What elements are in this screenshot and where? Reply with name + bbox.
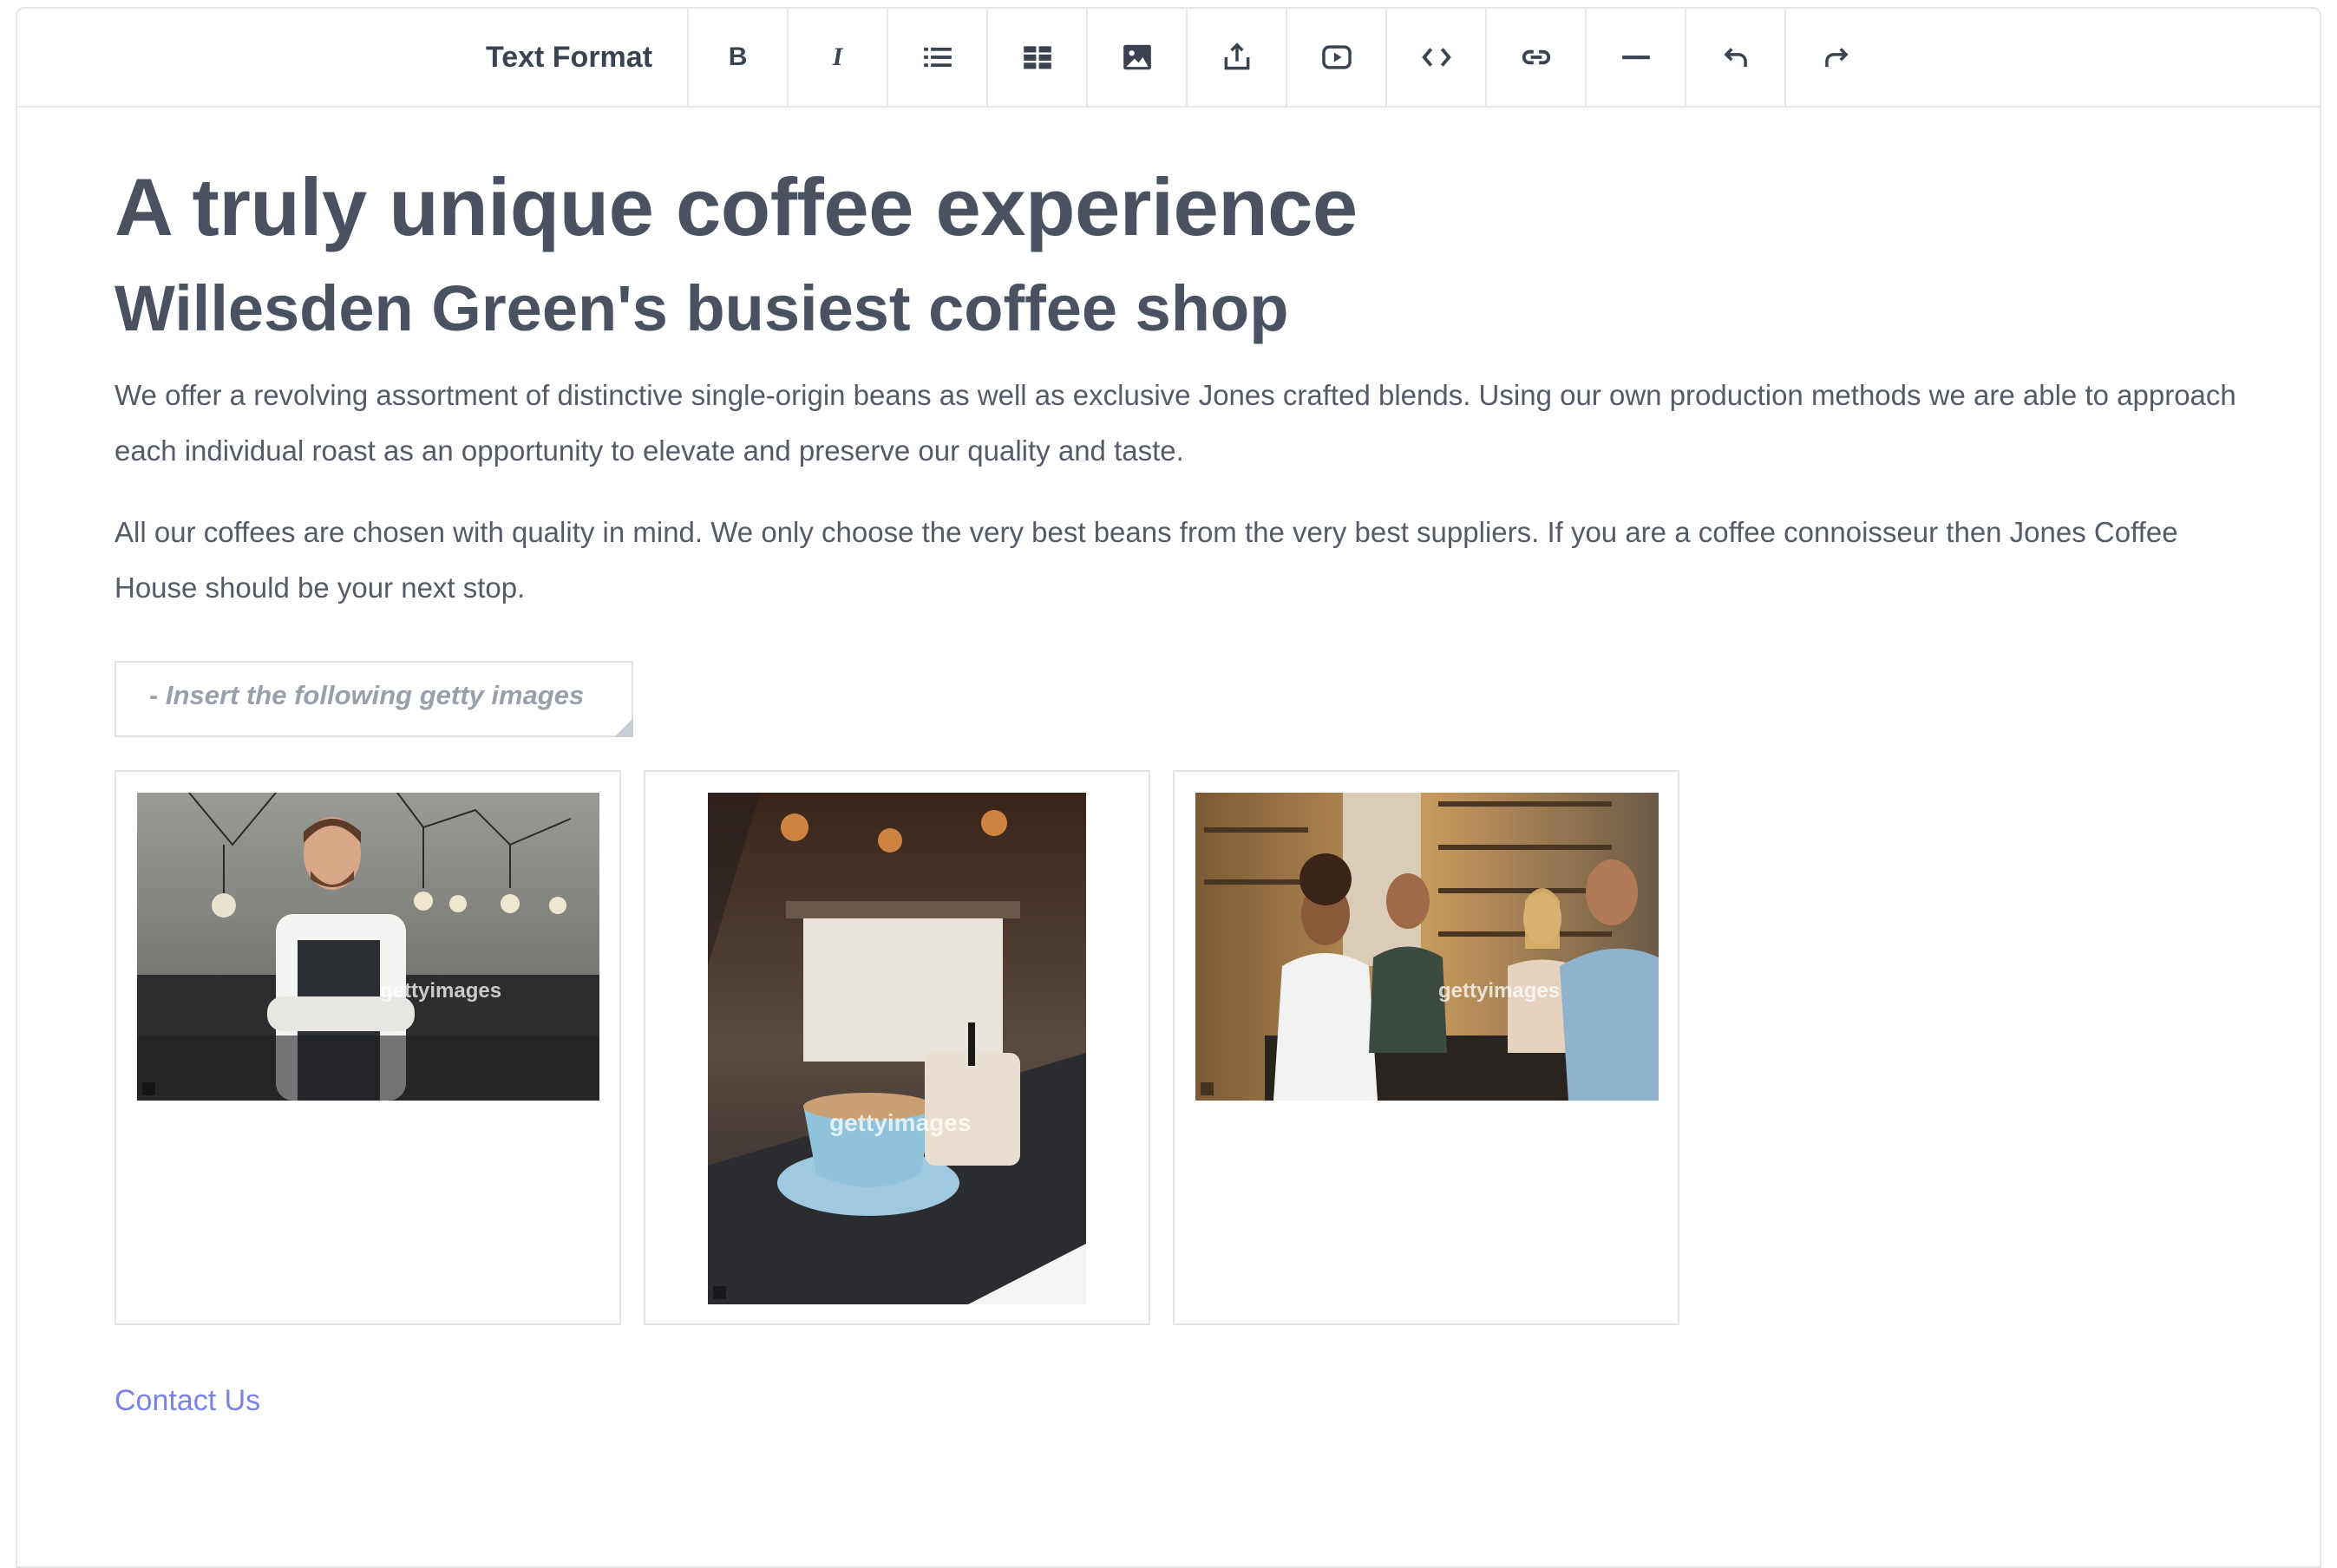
image-icon — [1123, 44, 1151, 70]
editor-toolbar: Text Format B I — [17, 9, 2320, 108]
image-card[interactable]: gettyimages — [1173, 770, 1679, 1326]
contact-us-link[interactable]: Contact Us — [115, 1384, 260, 1418]
image-button[interactable] — [1088, 9, 1188, 106]
upload-button[interactable] — [1188, 9, 1288, 106]
table-button[interactable] — [988, 9, 1089, 106]
link-icon — [1522, 49, 1550, 65]
editor-content[interactable]: A truly unique coffee experience Willesd… — [115, 161, 2257, 1418]
page-heading: A truly unique coffee experience — [115, 161, 1358, 252]
image-code-badge — [142, 1082, 155, 1096]
bold-button[interactable]: B — [689, 9, 789, 106]
intro-paragraph: We offer a revolving assortment of disti… — [115, 379, 2236, 467]
watermark-text: gettyimages — [829, 1109, 972, 1137]
page-subheading: Willesden Green's busiest coffee shop — [115, 271, 1289, 344]
code-button[interactable] — [1387, 9, 1488, 106]
friends-cafe-photo[interactable]: gettyimages — [1195, 793, 1659, 1101]
link-button[interactable] — [1487, 9, 1587, 106]
undo-button[interactable] — [1686, 9, 1787, 106]
video-icon — [1321, 45, 1352, 69]
image-code-badge — [1201, 1082, 1214, 1096]
editor-note-box[interactable]: - Insert the following getty images — [115, 661, 633, 738]
italic-icon: I — [832, 42, 843, 71]
list-icon — [923, 47, 952, 68]
horizontal-rule-button[interactable] — [1587, 9, 1687, 106]
rich-text-editor: Text Format B I A truly unique coffee ex… — [16, 7, 2321, 1568]
quality-paragraph: All our coffees are chosen with quality … — [115, 516, 2178, 604]
list-button[interactable] — [888, 9, 989, 106]
upload-icon — [1224, 42, 1249, 70]
undo-icon — [1723, 48, 1747, 68]
coffee-cup-photo[interactable]: gettyimages — [708, 793, 1086, 1305]
horizontal-rule-icon — [1621, 56, 1650, 60]
image-card[interactable]: gettyimages — [644, 770, 1150, 1326]
note-text: - Insert the following getty images — [149, 680, 585, 711]
image-card[interactable]: gettyimages — [115, 770, 621, 1326]
watermark-text: gettyimages — [380, 979, 502, 1003]
code-icon — [1421, 48, 1451, 67]
barista-photo[interactable]: gettyimages — [137, 793, 599, 1101]
table-icon — [1023, 46, 1051, 69]
italic-button[interactable]: I — [789, 9, 889, 106]
resize-corner-icon — [614, 718, 633, 738]
redo-icon — [1824, 48, 1849, 68]
image-gallery: gettyimages gettyimages gettyimages — [115, 770, 2257, 1326]
image-code-badge — [713, 1286, 726, 1300]
redo-button[interactable] — [1786, 9, 1886, 106]
watermark-text: gettyimages — [1438, 979, 1561, 1003]
video-button[interactable] — [1287, 9, 1388, 106]
bold-icon: B — [728, 42, 748, 71]
text-format-dropdown[interactable]: Text Format — [451, 9, 690, 106]
